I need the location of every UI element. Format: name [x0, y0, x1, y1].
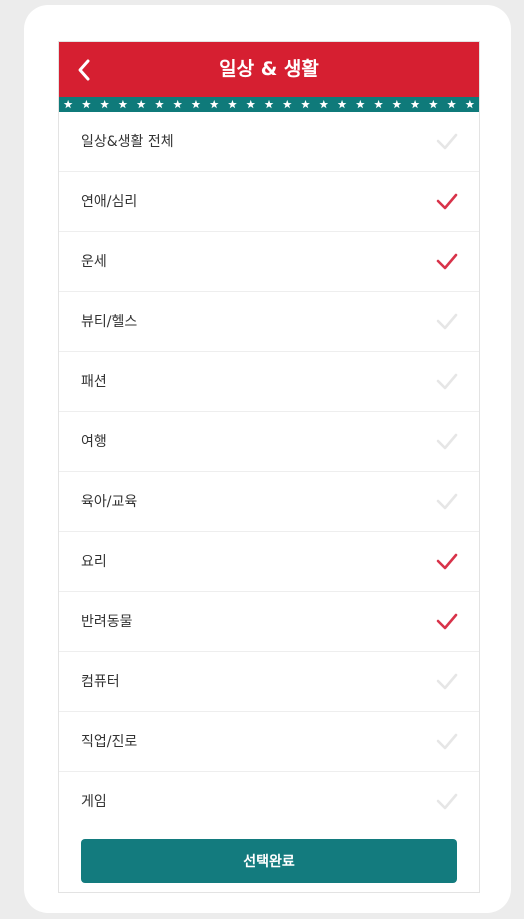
- star-icon: [428, 99, 438, 109]
- list-item-label: 육아/교육: [81, 494, 138, 510]
- star-icon: [319, 99, 329, 109]
- checkmark-icon: [436, 613, 458, 630]
- list-item-label: 뷰티/헬스: [81, 314, 138, 330]
- list-item[interactable]: 운세: [59, 232, 479, 292]
- app-card: 일상 & 생활 일상&생활 전체 연애/심리 운세 뷰티/헬스 패션 여행 육아…: [24, 5, 511, 913]
- star-icon: [282, 99, 292, 109]
- list-item-label: 연애/심리: [81, 194, 138, 210]
- done-button[interactable]: 선택완료: [81, 839, 457, 883]
- star-icon: [410, 99, 420, 109]
- checkmark-icon: [436, 493, 458, 510]
- checkmark-icon: [436, 793, 458, 810]
- star-icon: [209, 99, 219, 109]
- list-item[interactable]: 연애/심리: [59, 172, 479, 232]
- checkmark-icon: [436, 373, 458, 390]
- list-item[interactable]: 패션: [59, 352, 479, 412]
- star-icon: [264, 99, 274, 109]
- star-icon: [118, 99, 128, 109]
- list-item[interactable]: 요리: [59, 532, 479, 592]
- list-item-label: 게임: [81, 794, 107, 810]
- star-icon: [155, 99, 164, 109]
- list-item-label: 요리: [81, 554, 107, 570]
- star-icon: [337, 99, 347, 109]
- star-icon: [82, 99, 91, 109]
- star-icon: [228, 99, 237, 109]
- list-item-label: 운세: [81, 254, 107, 270]
- checkmark-icon: [436, 673, 458, 690]
- star-icon: [191, 99, 201, 109]
- star-border: [59, 97, 479, 112]
- star-icon: [374, 99, 383, 109]
- list-item-label: 반려동물: [81, 614, 133, 630]
- checkmark-icon: [436, 133, 458, 150]
- star-icon: [246, 99, 256, 109]
- star-icon: [100, 99, 110, 109]
- list-item[interactable]: 여행: [59, 412, 479, 472]
- star-icon: [392, 99, 402, 109]
- header-bar: 일상 & 생활: [59, 42, 479, 97]
- list-item-label: 패션: [81, 374, 107, 390]
- star-icon: [173, 99, 183, 109]
- back-button[interactable]: [69, 55, 99, 85]
- list-item[interactable]: 일상&생활 전체: [59, 112, 479, 172]
- list-item-label: 여행: [81, 434, 107, 450]
- checkmark-icon: [436, 553, 458, 570]
- list-item[interactable]: 게임: [59, 772, 479, 831]
- star-icon: [136, 99, 146, 109]
- chevron-left-icon: [78, 59, 90, 81]
- list-item-label: 일상&생활 전체: [81, 134, 174, 150]
- star-icon: [63, 99, 73, 109]
- category-list: 일상&생활 전체 연애/심리 운세 뷰티/헬스 패션 여행 육아/교육 요리 반…: [59, 112, 479, 831]
- checkmark-icon: [436, 313, 458, 330]
- checkmark-icon: [436, 433, 458, 450]
- mobile-screen: 일상 & 생활 일상&생활 전체 연애/심리 운세 뷰티/헬스 패션 여행 육아…: [58, 41, 480, 893]
- list-item[interactable]: 직업/진로: [59, 712, 479, 772]
- star-icon: [355, 99, 365, 109]
- list-item[interactable]: 반려동물: [59, 592, 479, 652]
- list-item[interactable]: 뷰티/헬스: [59, 292, 479, 352]
- star-icon: [301, 99, 310, 109]
- list-item-label: 직업/진로: [81, 734, 138, 750]
- star-border-decoration: [63, 99, 475, 109]
- list-item[interactable]: 육아/교육: [59, 472, 479, 532]
- checkmark-icon: [436, 253, 458, 270]
- list-item-label: 컴퓨터: [81, 674, 120, 690]
- checkmark-icon: [436, 733, 458, 750]
- star-icon: [465, 99, 475, 109]
- list-item[interactable]: 컴퓨터: [59, 652, 479, 712]
- checkmark-icon: [436, 193, 458, 210]
- star-icon: [447, 99, 456, 109]
- page-title: 일상 & 생활: [219, 58, 319, 80]
